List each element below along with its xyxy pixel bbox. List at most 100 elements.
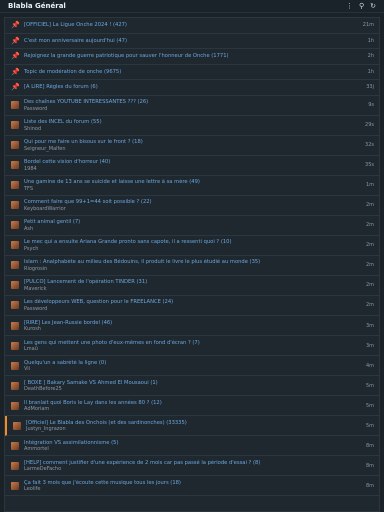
topic-text: [ BOXE ] Bakary Samake VS Ahmed El Mousa… xyxy=(24,379,357,392)
topic-time: 1h xyxy=(367,68,374,75)
topic-time: 5m xyxy=(365,382,374,389)
pin-icon: 📌 xyxy=(11,36,20,45)
avatar-icon xyxy=(11,441,19,450)
topic-row[interactable]: Comment faire que 99+1=44 soit possible … xyxy=(5,196,379,216)
topic-time: 21m xyxy=(362,22,374,29)
topic-author[interactable]: TFS xyxy=(24,185,357,191)
topic-row[interactable]: Les développeurs WEB, question pour le F… xyxy=(5,296,379,317)
topic-author[interactable]: Ammortel xyxy=(24,446,357,452)
avatar-icon xyxy=(11,341,19,350)
topic-author[interactable]: AdMoriam xyxy=(24,406,357,412)
topic-text: Comment faire que 99+1=44 soit possible … xyxy=(24,199,357,212)
topic-author[interactable]: 1984 xyxy=(24,165,357,171)
topic-author[interactable]: Ash xyxy=(24,226,357,232)
topic-title[interactable]: C'est mon anniversaire aujourd'hui (47) xyxy=(24,38,357,45)
topic-row[interactable]: Petit animal gentil (7) Ash 2m xyxy=(5,216,379,236)
avatar-icon xyxy=(11,301,19,310)
topic-time: 2m xyxy=(365,282,374,289)
topic-title[interactable]: [À LIRE] Règles du forum (6) xyxy=(24,84,357,91)
topic-time: 8m xyxy=(365,482,374,489)
topic-row[interactable]: Quelqu'un a sabrété la ligne (0) Vii 4m xyxy=(5,356,379,377)
search-icon[interactable]: ⚲ xyxy=(359,1,364,11)
topic-row[interactable]: 📌 Topic de modération de onche (9675) 1h xyxy=(5,65,379,80)
topic-time: 3m xyxy=(365,322,374,329)
topic-author[interactable]: Psych xyxy=(24,246,357,252)
topic-row[interactable]: [RIRE] Les Jean-Russie bordel (46) Kurosh… xyxy=(5,316,379,337)
avatar-icon xyxy=(11,241,19,250)
avatar-icon xyxy=(11,481,19,490)
topic-row[interactable]: [HELP] comment justifier d'une expérienc… xyxy=(5,456,379,477)
topic-text: C'est mon anniversaire aujourd'hui (47) xyxy=(24,38,357,45)
avatar-icon xyxy=(11,261,19,270)
topic-text: Ça fait 3 mois que j'écoute cette musiqu… xyxy=(24,480,357,493)
more-options-icon[interactable]: ⋮ xyxy=(346,1,353,11)
topic-text: Les gens qui mettent une photo d'eux-mêm… xyxy=(24,339,357,352)
topic-row[interactable]: Une gamine de 13 ans se suicide et laiss… xyxy=(5,176,379,196)
topic-text: Il branlait quoi Boris le Lay dans les a… xyxy=(24,399,357,412)
avatar-icon xyxy=(11,321,19,330)
topic-author[interactable]: Vii xyxy=(24,366,357,372)
topic-row[interactable]: Bordel cette vision d'horreur (40) 1984 35… xyxy=(5,156,379,176)
avatar-icon xyxy=(11,461,19,470)
topic-text: Les développeurs WEB, question pour le F… xyxy=(24,299,357,312)
topic-text: Qui pour me faire un bisous sur le front… xyxy=(24,139,357,152)
topic-title[interactable]: Topic de modération de onche (9675) xyxy=(24,69,357,76)
topic-text: Le mec qui a ensuite Ariana Grande pront… xyxy=(24,239,357,252)
topic-row[interactable]: Des chaînes YOUTUBE INTÉRESSANTES ??? (2… xyxy=(5,96,379,116)
forum-title: Blabla Général xyxy=(8,2,66,10)
topic-text: Rejoignez la grande guerre patriotique p… xyxy=(24,53,357,60)
topic-row[interactable]: Liste des INCEL du forum (55) Shinod 29s xyxy=(5,116,379,136)
topic-row[interactable]: Qui pour me faire un bisous sur le front… xyxy=(5,136,379,156)
topic-row[interactable]: 📌 C'est mon anniversaire aujourd'hui (47)… xyxy=(5,34,379,49)
topic-text: [RIRE] Les Jean-Russie bordel (46) Kurosh xyxy=(24,319,357,332)
topic-row[interactable]: [Officiel] Le Blabla des Onchois (et des… xyxy=(5,416,379,437)
topic-text: [PULCO] Lancement de l'opération TINDER … xyxy=(24,279,357,292)
topic-row[interactable]: Les gens qui mettent une photo d'eux-mêm… xyxy=(5,336,379,357)
topic-time: 2m xyxy=(365,262,374,269)
topic-title[interactable]: Rejoignez la grande guerre patriotique p… xyxy=(24,53,357,60)
topic-row[interactable]: 📌 [OFFICIEL] La Ligue Onche 2024 ! (427) 2… xyxy=(5,18,379,34)
topic-author[interactable]: LarmeDeFacho xyxy=(24,466,357,472)
topic-author[interactable]: Password xyxy=(24,105,357,111)
topic-row[interactable]: Islam : Analphabète au milieu des Bédoui… xyxy=(5,256,379,276)
topic-row[interactable]: Le mec qui a ensuite Ariana Grande pront… xyxy=(5,236,379,256)
topic-time: 5m xyxy=(365,402,374,409)
topic-author[interactable]: Justyn_Ingrazon xyxy=(26,426,357,432)
topic-text: [OFFICIEL] La Ligue Onche 2024 ! (427) xyxy=(24,22,357,29)
topic-row[interactable]: Ça fait 3 mois que j'écoute cette musiqu… xyxy=(5,476,379,497)
topic-author[interactable]: Shinod xyxy=(24,125,357,131)
avatar-icon xyxy=(11,201,19,210)
topic-text: Liste des INCEL du forum (55) Shinod xyxy=(24,119,357,132)
topic-time: 29s xyxy=(365,122,374,129)
avatar-icon xyxy=(11,181,19,190)
topic-title[interactable]: [OFFICIEL] La Ligue Onche 2024 ! (427) xyxy=(24,22,357,29)
topic-text: Bordel cette vision d'horreur (40) 1984 xyxy=(24,159,357,172)
topic-text: Islam : Analphabète au milieu des Bédoui… xyxy=(24,259,357,272)
topic-author[interactable]: Riogrosin xyxy=(24,266,357,272)
topic-author[interactable]: Maverick xyxy=(24,286,357,292)
topic-row[interactable]: Il branlait quoi Boris le Lay dans les a… xyxy=(5,396,379,417)
refresh-icon[interactable]: ↻ xyxy=(370,1,376,11)
avatar-icon xyxy=(11,161,19,170)
topic-text: Une gamine de 13 ans se suicide et laiss… xyxy=(24,179,357,192)
topic-row[interactable]: 📌 [À LIRE] Règles du forum (6) 33j xyxy=(5,80,379,96)
topic-text: [Officiel] Le Blabla des Onchois (et des… xyxy=(26,420,357,433)
pin-icon: 📌 xyxy=(11,67,20,76)
topic-time: 1m xyxy=(365,182,374,189)
topic-row[interactable]: Intégration VS assimilationnisme (5) Ammo… xyxy=(5,436,379,457)
topic-author[interactable]: Lmaû xyxy=(24,346,357,352)
topic-row[interactable]: [PULCO] Lancement de l'opération TINDER … xyxy=(5,276,379,296)
topic-time: 4m xyxy=(365,362,374,369)
pin-icon: 📌 xyxy=(11,21,20,30)
topic-row[interactable]: [ BOXE ] Bakary Samake VS Ahmed El Mousa… xyxy=(5,376,379,397)
topic-author[interactable]: Seigneur_Malfen xyxy=(24,145,357,151)
topic-author[interactable]: DeathBefore25 xyxy=(24,386,357,392)
topic-author[interactable]: KeyboardWarrior xyxy=(24,206,357,212)
topic-text: Topic de modération de onche (9675) xyxy=(24,69,357,76)
topic-row[interactable]: 📌 Rejoignez la grande guerre patriotique … xyxy=(5,49,379,65)
topic-author[interactable]: Leolife xyxy=(24,486,357,492)
topic-author[interactable]: Password xyxy=(24,306,357,312)
topic-author[interactable]: Kurosh xyxy=(24,326,357,332)
topic-time: 2m xyxy=(365,302,374,309)
avatar-icon xyxy=(11,381,19,390)
